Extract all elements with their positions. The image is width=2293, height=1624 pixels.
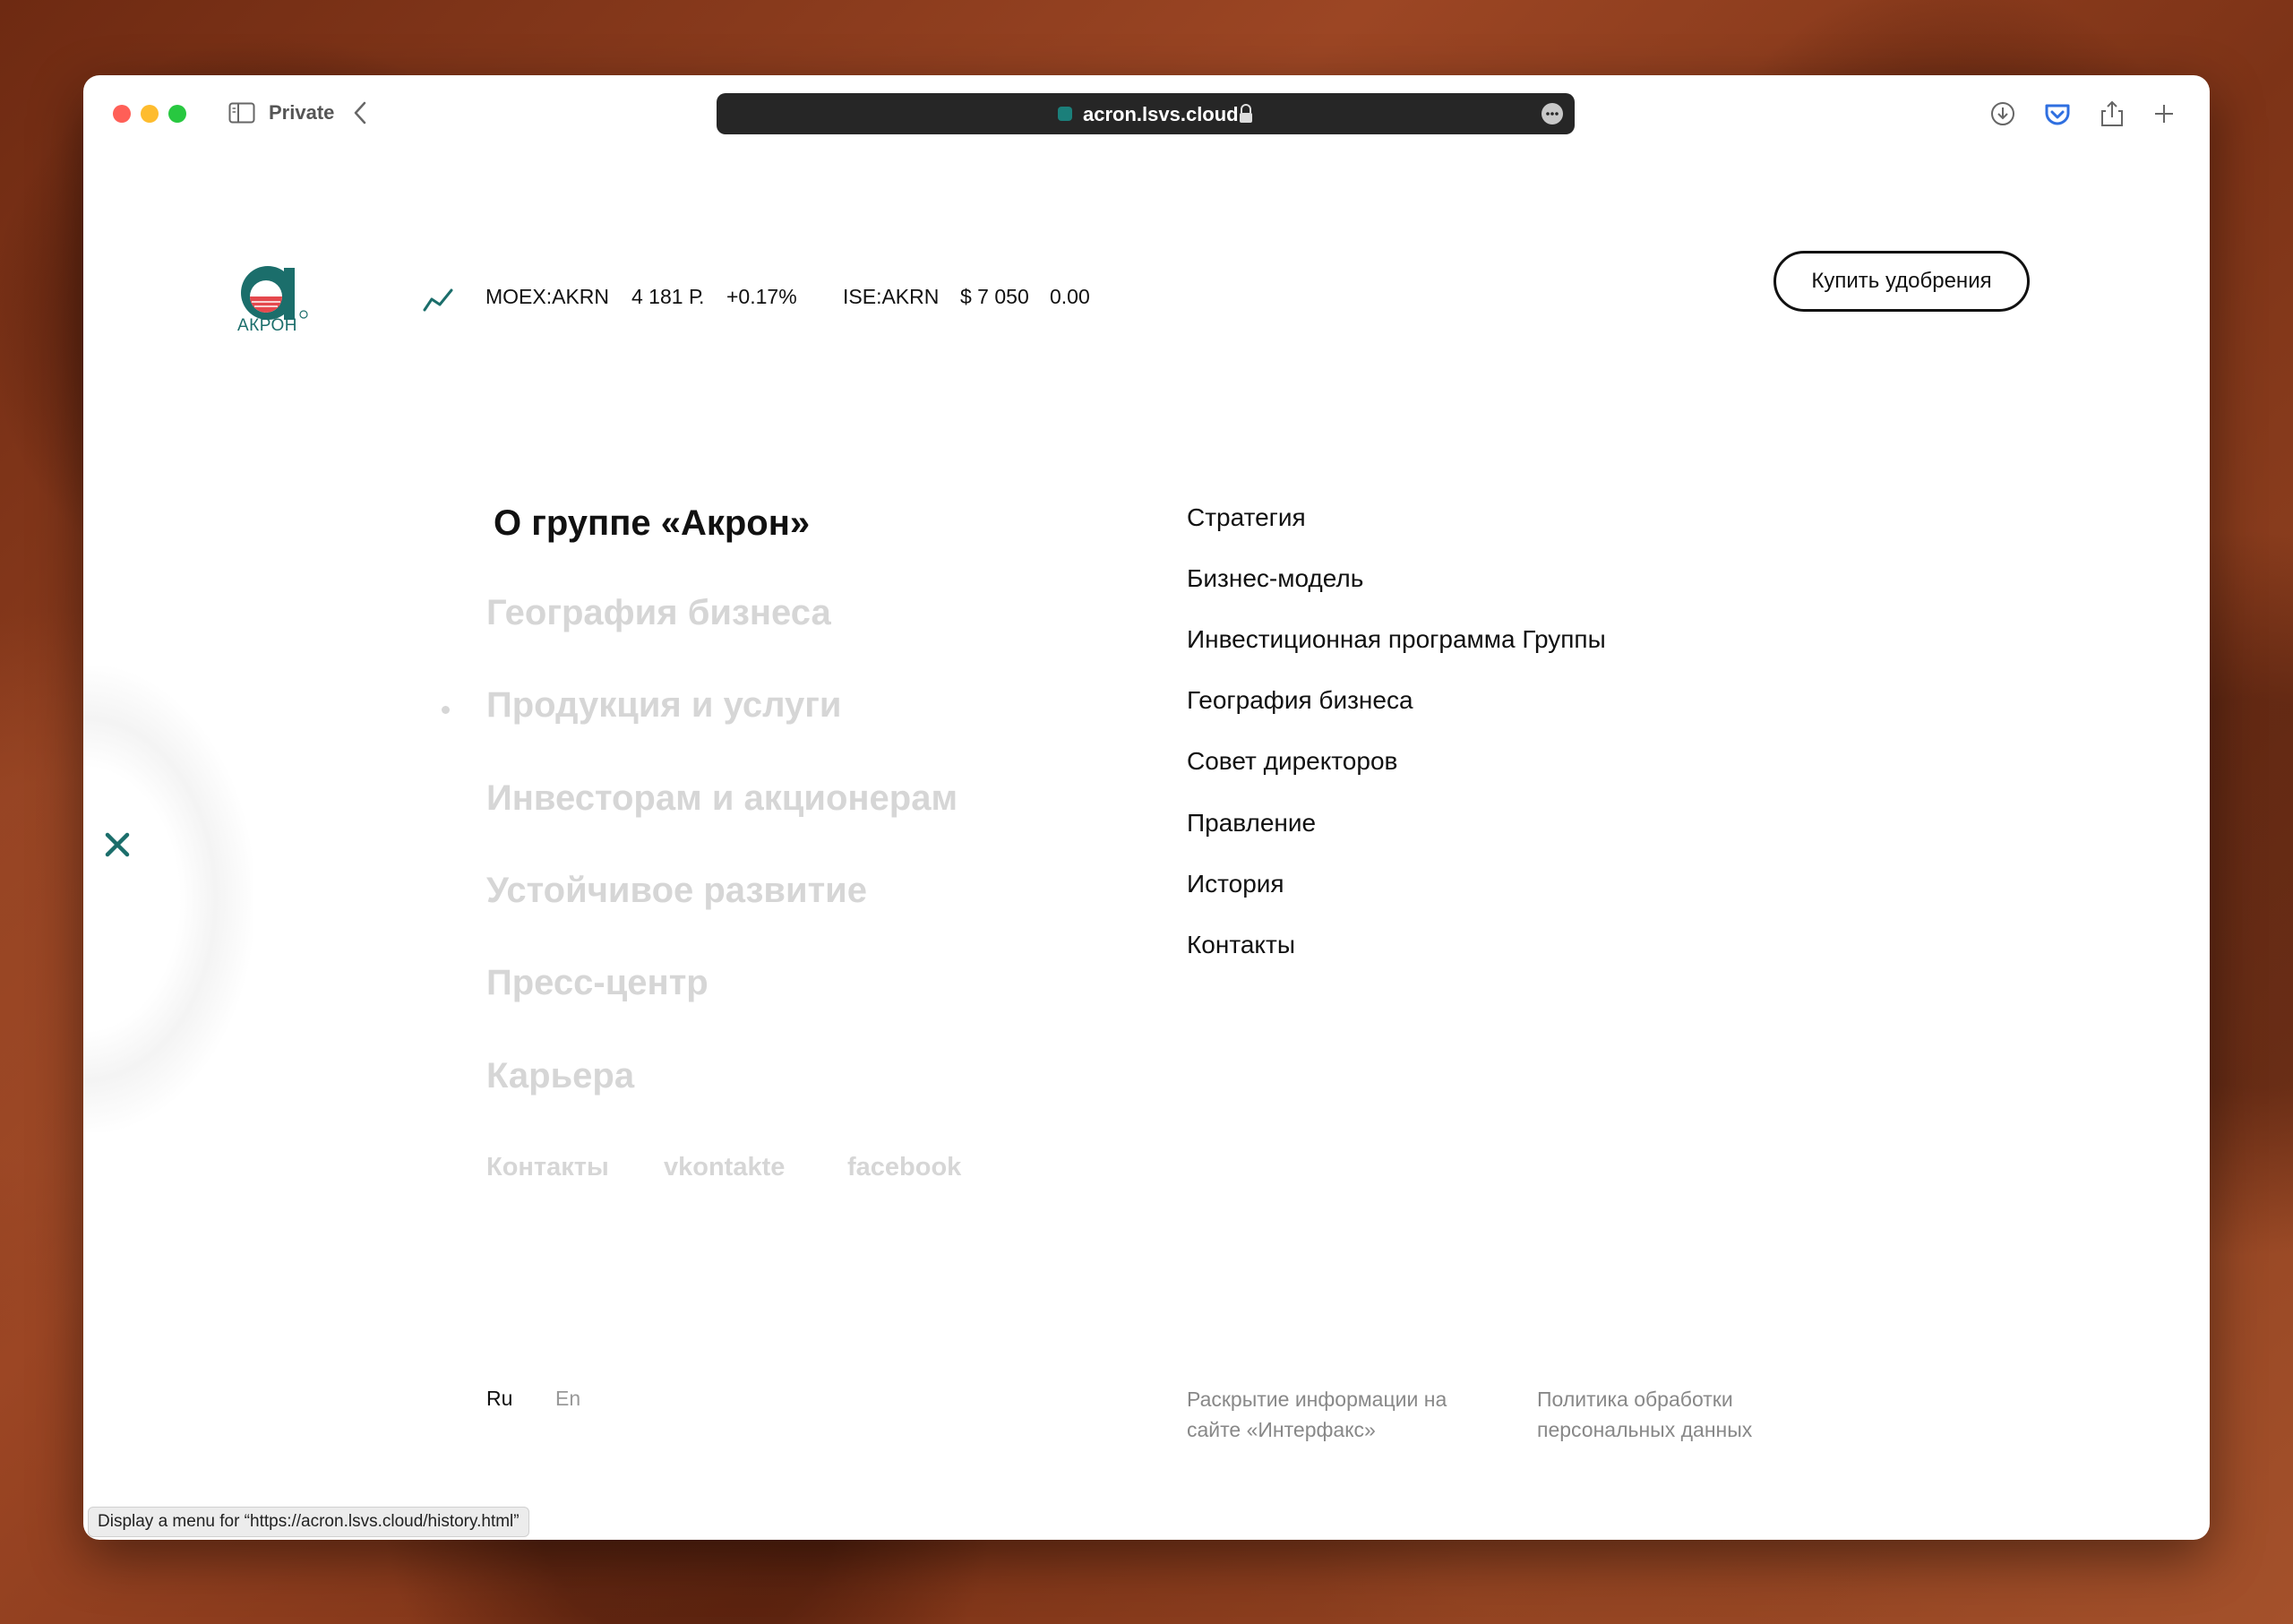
ticker-symbol: MOEX:AKRN [485, 285, 610, 308]
more-icon [1546, 112, 1559, 116]
back-icon[interactable] [352, 100, 368, 125]
zoom-window-button[interactable] [168, 105, 186, 123]
page-menu-button[interactable] [1542, 103, 1563, 125]
private-label: Private [269, 101, 335, 124]
submenu-item-contacts[interactable]: Контакты [1187, 931, 1295, 959]
share-icon[interactable] [2097, 99, 2127, 129]
lock-icon [1240, 104, 1252, 123]
browser-window: Private acron.lsvs.cloud АКРОН MOEX:AKRN… [83, 75, 2210, 1540]
logo-wordmark: АКРОН [237, 316, 297, 335]
close-icon[interactable] [103, 830, 132, 859]
menu-close-tab [83, 666, 253, 1132]
menu-item-about-group[interactable]: О группе «Акрон» [494, 503, 810, 544]
submenu-item-board[interactable]: Совет директоров [1187, 747, 1397, 776]
contacts-link[interactable]: Контакты [486, 1153, 609, 1182]
menu-item-products[interactable]: Продукция и услуги [486, 685, 841, 726]
new-tab-icon[interactable] [2149, 99, 2179, 129]
lang-ru-button[interactable]: Ru [486, 1387, 512, 1411]
menu-item-press-center[interactable]: Пресс-центр [486, 963, 709, 1003]
menu-item-investors[interactable]: Инвесторам и акционерам [486, 778, 958, 819]
lang-en-button[interactable]: En [555, 1387, 580, 1411]
address-bar[interactable]: acron.lsvs.cloud [717, 93, 1575, 134]
browser-toolbar: Private acron.lsvs.cloud [83, 75, 2210, 150]
status-bar: Display a menu for “https://acron.lsvs.c… [88, 1507, 529, 1537]
downloads-icon[interactable] [1988, 99, 2018, 129]
submenu-item-strategy[interactable]: Стратегия [1187, 503, 1306, 532]
submenu-item-business-model[interactable]: Бизнес-модель [1187, 564, 1363, 593]
facebook-link[interactable]: facebook [847, 1153, 961, 1182]
menu-item-career[interactable]: Карьера [486, 1056, 634, 1096]
stock-chart-icon [423, 288, 453, 312]
submenu-item-geography[interactable]: География бизнеса [1187, 686, 1413, 715]
vkontakte-link[interactable]: vkontakte [664, 1153, 785, 1182]
menu-item-sustainability[interactable]: Устойчивое развитие [486, 871, 867, 911]
privacy-policy-link[interactable]: Политика обработки персональных данных [1537, 1384, 1779, 1445]
close-window-button[interactable] [113, 105, 131, 123]
menu-item-geography[interactable]: География бизнеса [486, 593, 831, 633]
ticker-change: 0.00 [1050, 285, 1090, 308]
url-text: acron.lsvs.cloud [1083, 103, 1239, 125]
ticker-price: $ 7 050 [960, 285, 1029, 308]
submenu-item-management[interactable]: Правление [1187, 809, 1316, 838]
sidebar-toggle-icon[interactable] [228, 102, 255, 124]
buy-fertilizers-button[interactable]: Купить удобрения [1773, 251, 2030, 312]
ticker-symbol: ISE:AKRN [843, 285, 940, 308]
minimize-window-button[interactable] [141, 105, 159, 123]
pocket-icon[interactable] [2042, 99, 2073, 129]
site-favicon-icon [1058, 107, 1072, 121]
ticker-change: +0.17% [726, 285, 797, 308]
submenu-item-investment-program[interactable]: Инвестиционная программа Группы [1187, 625, 1606, 654]
menu-bullet [442, 706, 450, 714]
disclosure-link[interactable]: Раскрытие информации на сайте «Интерфакс… [1187, 1384, 1482, 1445]
ticker-price: 4 181 Р. [631, 285, 705, 308]
submenu-item-history[interactable]: История [1187, 870, 1284, 898]
